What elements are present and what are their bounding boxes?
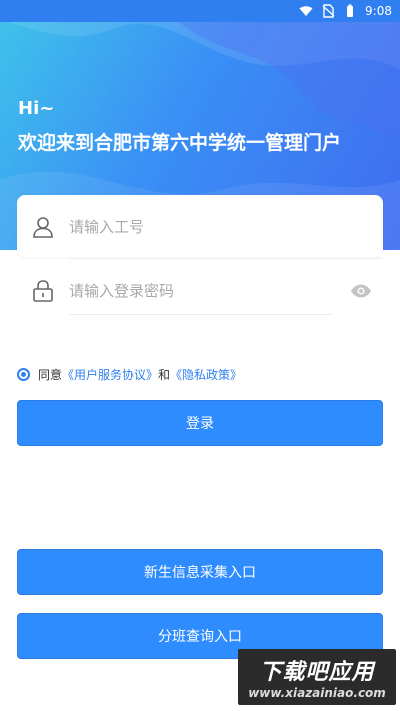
password-input[interactable]: [69, 271, 341, 311]
watermark-logo: 下载吧应用 www.xiazainiao.com: [238, 649, 396, 705]
agree-and: 和: [158, 367, 171, 382]
wifi-icon: [299, 4, 313, 18]
terms-link[interactable]: 《用户服务协议》: [62, 366, 158, 383]
lock-icon: [17, 259, 69, 323]
eye-icon[interactable]: [341, 271, 381, 311]
privacy-link[interactable]: 《隐私政策》: [170, 366, 242, 383]
agreement-row: 同意 《用户服务协议》 和 《隐私政策》: [17, 364, 242, 384]
greeting-text: Hi~: [18, 98, 55, 119]
agree-radio[interactable]: [17, 367, 30, 381]
status-bar: 9:08: [0, 0, 400, 22]
status-time: 9:08: [365, 4, 392, 18]
user-icon: [17, 195, 69, 259]
login-button[interactable]: 登录: [17, 400, 383, 446]
agree-prefix: 同意: [38, 367, 63, 382]
username-input[interactable]: [69, 207, 383, 247]
watermark-url: www.xiazainiao.com: [248, 686, 386, 700]
battery-icon: [343, 4, 357, 18]
new-student-button[interactable]: 新生信息采集入口: [17, 549, 383, 595]
watermark-brand: 下载吧应用: [259, 660, 375, 685]
password-row: [17, 259, 383, 323]
page-title: 欢迎来到合肥市第六中学统一管理门户: [18, 132, 342, 154]
no-sim-icon: [321, 4, 335, 18]
username-row: [17, 195, 383, 259]
